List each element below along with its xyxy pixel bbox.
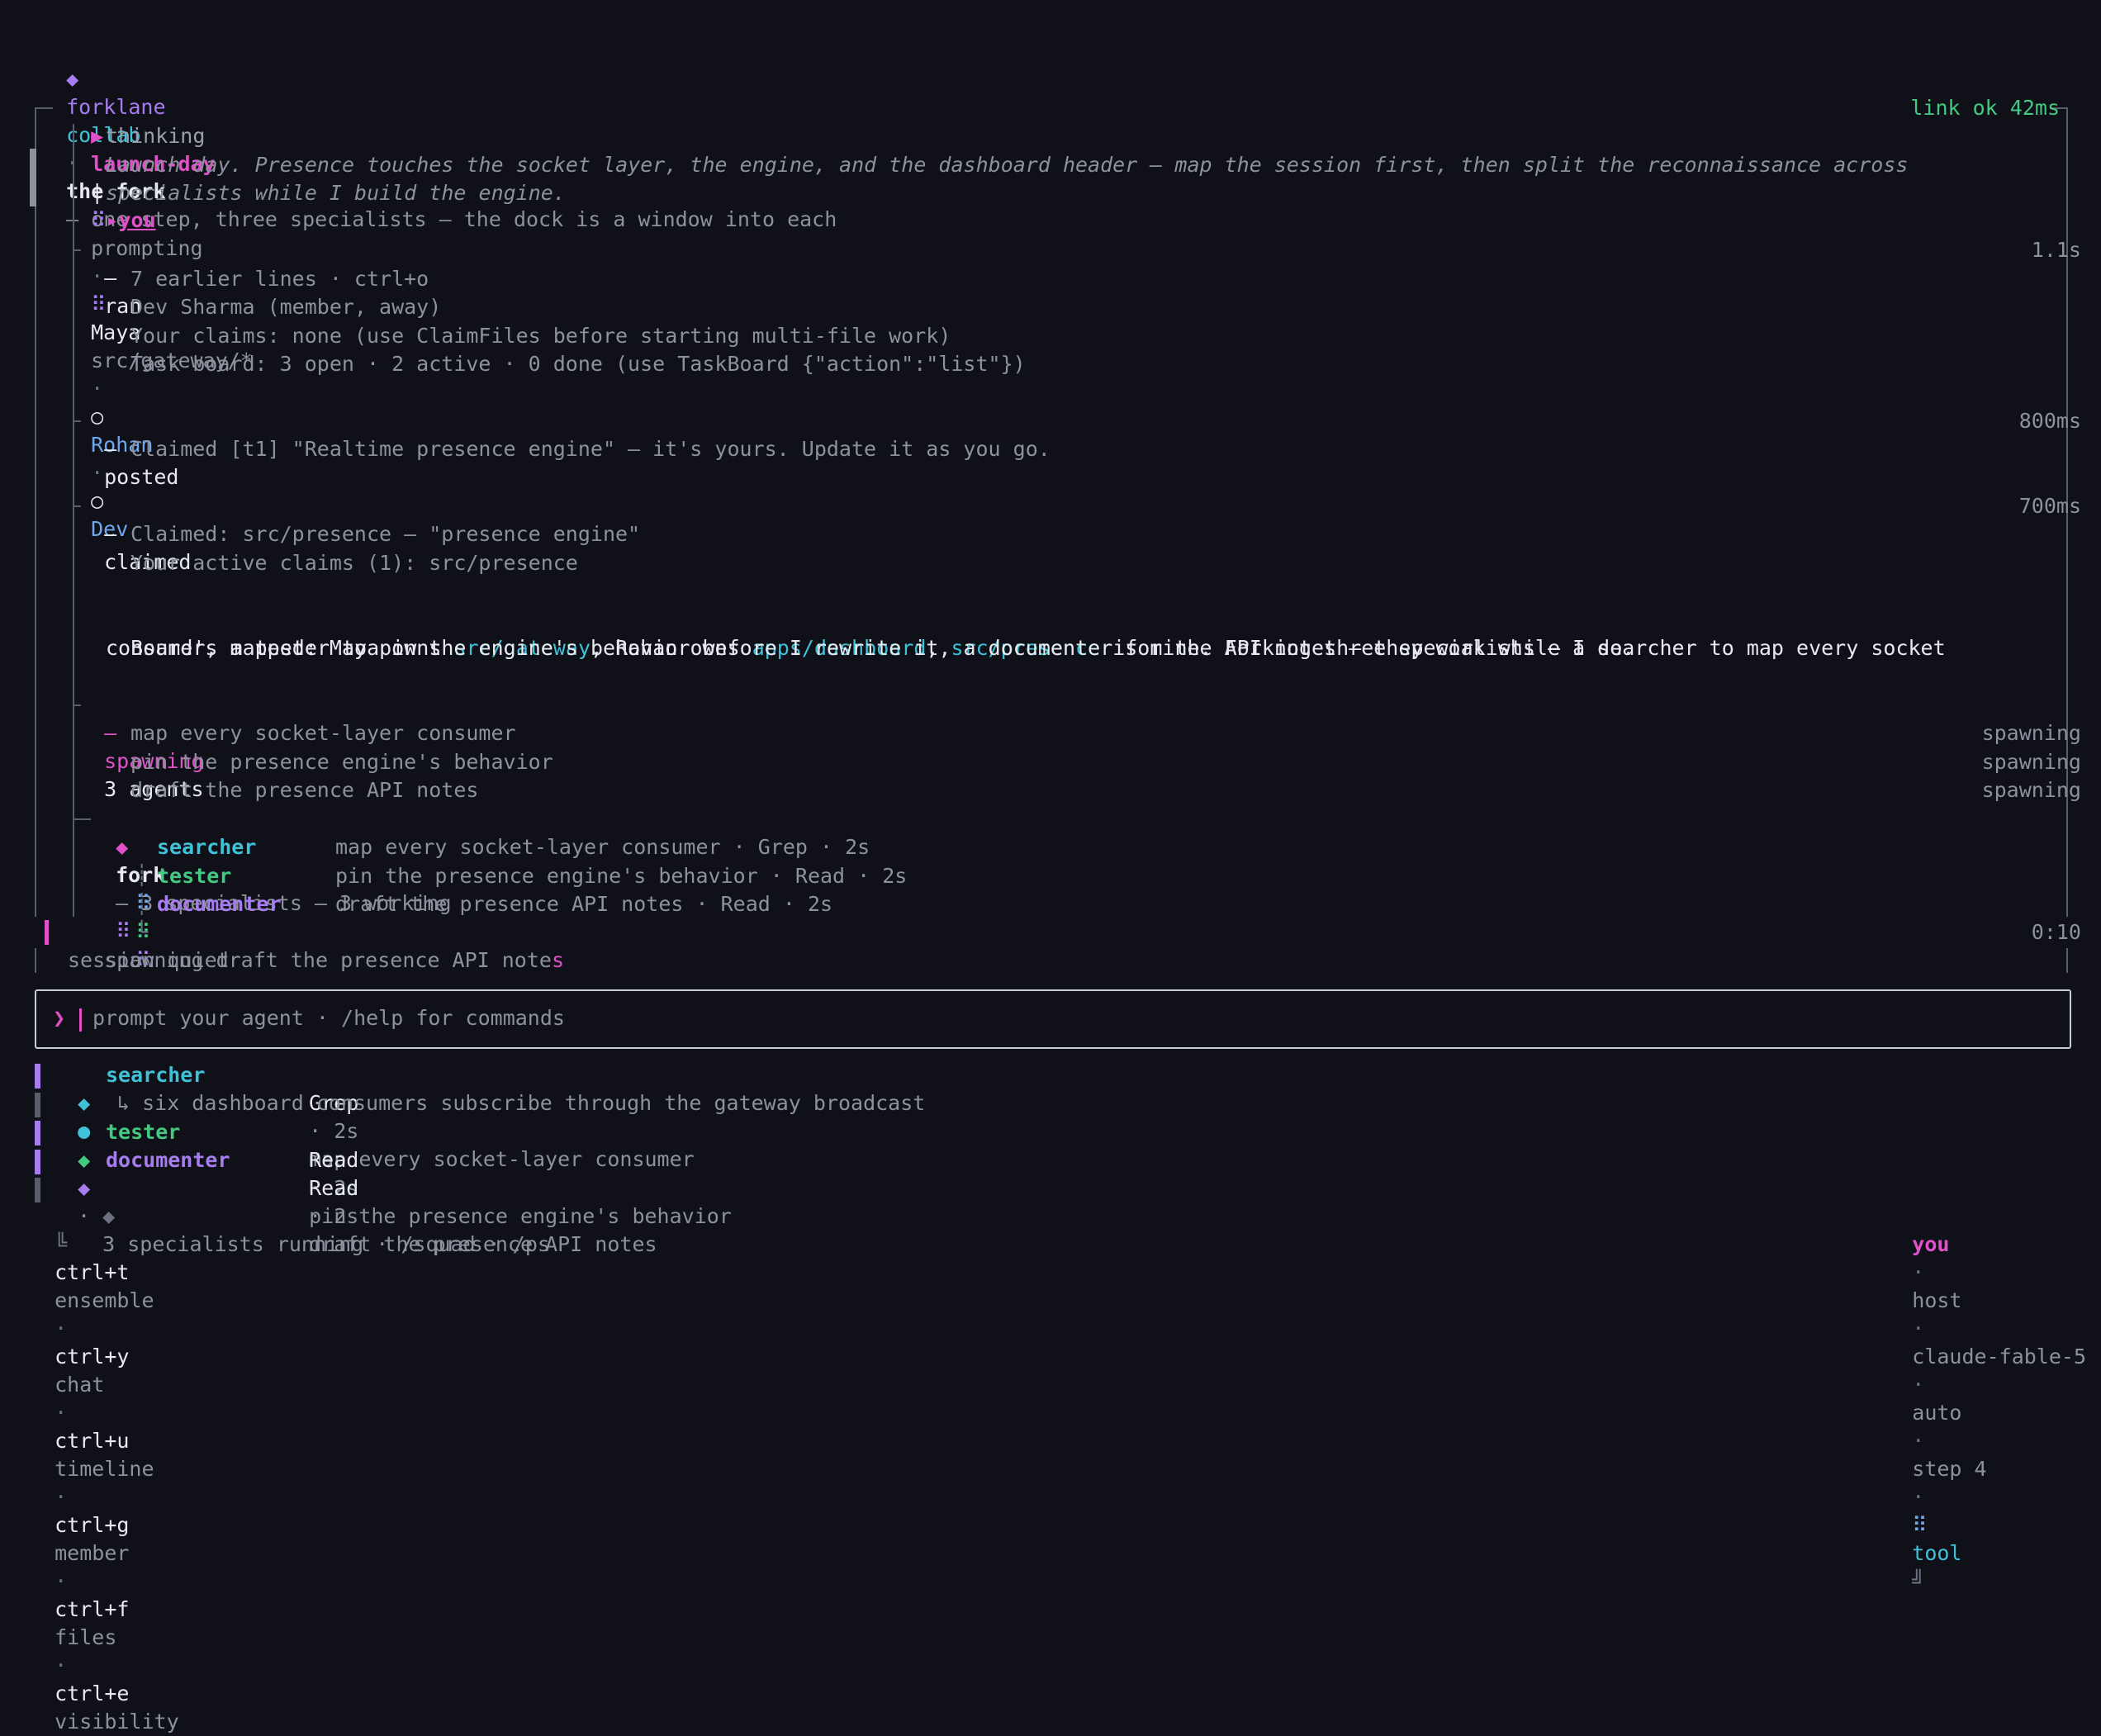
spawn-status: spawning <box>1981 778 2081 802</box>
footer-step: step 4 <box>1912 1457 1987 1481</box>
frame-right-rail-lower <box>2066 948 2068 973</box>
status-timer: 0:10 <box>2031 920 2081 944</box>
output-line[interactable]: 7 earlier lines · ctrl+o <box>130 265 429 293</box>
spawn-task: draft the presence API notes <box>130 778 479 802</box>
agent-detail: map every socket-layer consumer · Grep ·… <box>335 835 870 859</box>
play-icon: ▶ <box>91 124 104 148</box>
step-dash: — <box>104 721 117 745</box>
shortcut-label[interactable]: member <box>55 1541 129 1565</box>
shortcut-label[interactable]: visibility <box>55 1710 179 1734</box>
thinking-text: Launch day. Presence touches the socket … <box>106 153 1909 177</box>
step-time: 700ms <box>2018 494 2081 518</box>
tool-busy-icon: ⠿ <box>1912 1513 1928 1537</box>
footer-role: host <box>1912 1288 1962 1312</box>
footer-tool: tool <box>1912 1541 1962 1565</box>
output-line: Claimed [t1] "Realtime presence engine" … <box>130 437 1050 461</box>
output-line: Your claims: none (use ClaimFiles before… <box>130 324 951 348</box>
separator-dot: · <box>1912 1260 1925 1284</box>
text-caret <box>79 1008 82 1032</box>
separator-dot: · <box>1912 1316 1925 1340</box>
output-line: Claimed: src/presence — "presence engine… <box>130 522 641 546</box>
shortcut-label[interactable]: timeline <box>55 1457 154 1481</box>
spawn-status: spawning <box>1981 750 2081 774</box>
status-indicator-bar <box>45 920 49 945</box>
dock-bar <box>35 1178 40 1202</box>
shortcut-key[interactable]: ctrl+t <box>55 1260 129 1284</box>
session-divider: | <box>91 180 104 204</box>
link-status: link ok 42ms <box>1910 96 2060 120</box>
frame-left-rail-lower <box>35 948 36 973</box>
output-line: Your active claims (1): src/presence <box>130 551 578 575</box>
shortcut-key[interactable]: ctrl+y <box>55 1345 129 1368</box>
shortcut-label[interactable]: ensemble <box>55 1288 154 1312</box>
dock-agent-name[interactable]: searcher <box>106 1061 205 1089</box>
step-time: 1.1s <box>2031 238 2081 262</box>
dock-agent-name[interactable]: documenter <box>106 1146 230 1174</box>
agent-name-searcher[interactable]: searcher <box>157 833 256 861</box>
footer-shortcuts: ╚ ctrl+t ensemble · ctrl+y chat · ctrl+u… <box>30 1202 179 1736</box>
separator-dot: · <box>1912 1485 1925 1509</box>
step-dash: — <box>104 437 117 461</box>
footer-model: claude-fable-5 <box>1912 1345 2086 1368</box>
thinking-label: thinking <box>106 124 206 148</box>
you-marker-icon: ▸ <box>106 208 119 232</box>
shortcut-key[interactable]: ctrl+g <box>55 1513 129 1537</box>
prompt-placeholder[interactable]: prompt your agent · /help for commands <box>92 1004 565 1032</box>
agent-message-line2: consumer, a tester to pin the engine's b… <box>106 636 1635 660</box>
agent-name-tester[interactable]: tester <box>157 862 231 890</box>
spawn-task: pin the presence engine's behavior <box>130 750 553 774</box>
dock-bar <box>35 1150 40 1174</box>
agent-detail: draft the presence API notes · Read · 2s <box>335 892 833 916</box>
agent-name-documenter[interactable]: documenter <box>157 890 282 918</box>
frame-top-left-corner <box>35 107 53 109</box>
step-label: posted <box>104 465 179 489</box>
shortcut-key[interactable]: ctrl+e <box>55 1681 129 1705</box>
shortcut-key[interactable]: ctrl+f <box>55 1597 129 1621</box>
busy-spinner-icon: ⠿ <box>91 208 107 232</box>
separator-dot: · <box>55 1569 68 1593</box>
spawn-status: spawning <box>1981 721 2081 745</box>
separator-dot: · <box>55 1653 68 1677</box>
separator-dot: · <box>1912 1373 1925 1397</box>
shortcut-label[interactable]: files <box>55 1625 116 1649</box>
separator-dot: · <box>55 1316 68 1340</box>
searcher-result: ↳ six dashboard consumers subscribe thro… <box>117 1091 926 1115</box>
prompt-chevron-icon: ❯ <box>53 1006 66 1030</box>
separator-dot: · <box>55 1485 68 1509</box>
diamond-icon: ◆ <box>78 1091 91 1115</box>
footer-user: you <box>1912 1232 1950 1256</box>
footer-end-corner: ╝ <box>1912 1569 1925 1593</box>
dock-bar <box>35 1093 40 1117</box>
step-dash: — <box>104 266 117 290</box>
scroll-thumb[interactable] <box>30 149 36 206</box>
dock-agent-name[interactable]: tester <box>106 1118 180 1146</box>
step-time: 800ms <box>2018 409 2081 433</box>
output-line: Dev Sharma (member, away) <box>130 295 442 319</box>
dock-bar <box>35 1121 40 1145</box>
session-quiet: session quiet <box>68 948 230 972</box>
footer-mode: auto <box>1912 1401 1962 1425</box>
frame-left-rail <box>35 107 36 917</box>
spawning-status-cursor: s <box>551 948 565 972</box>
shortcut-key[interactable]: ctrl+u <box>55 1429 129 1453</box>
separator-dot: · <box>91 377 104 401</box>
fork-branch-tick <box>73 818 91 820</box>
spawn-task: map every socket-layer consumer <box>130 721 516 745</box>
step-dash: — <box>104 522 117 546</box>
separator-dot: · <box>1912 1429 1925 1453</box>
brand-diamond-icon: ◆ <box>66 67 79 91</box>
shortcut-label[interactable]: chat <box>55 1373 104 1397</box>
dock-bar <box>35 1064 40 1089</box>
footer-status: you · host · claude-fable-5 · auto · ste… <box>1887 1202 2086 1596</box>
member-you[interactable]: you <box>118 208 155 232</box>
output-line: Task board: 3 open · 2 active · 0 done (… <box>130 352 1026 376</box>
footer-corner: ╚ <box>55 1232 68 1256</box>
thinking-text: specialists while I build the engine. <box>106 181 566 205</box>
separator-dot: · <box>55 1401 68 1425</box>
agent-detail: pin the presence engine's behavior · Rea… <box>335 864 908 888</box>
